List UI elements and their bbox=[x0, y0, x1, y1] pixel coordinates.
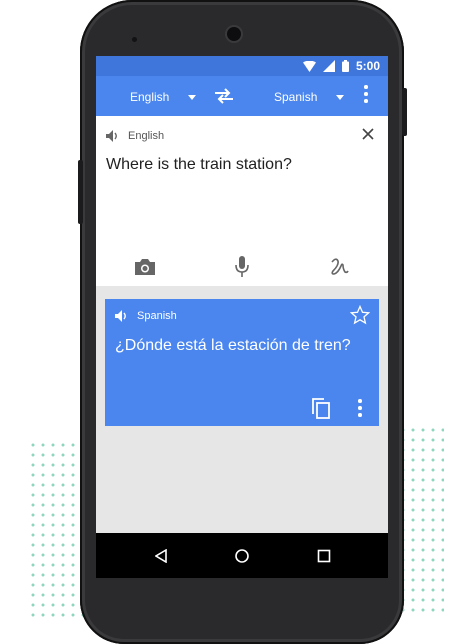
swap-languages-icon[interactable] bbox=[212, 86, 236, 106]
more-options-icon[interactable] bbox=[362, 85, 370, 107]
speaker-icon[interactable] bbox=[115, 310, 129, 322]
target-language-selector[interactable]: Spanish bbox=[274, 90, 317, 104]
front-camera bbox=[227, 27, 241, 41]
translation-card[interactable]: Spanish ¿Dónde está la estación de tren? bbox=[105, 299, 379, 426]
input-card[interactable]: English Where is the train station? bbox=[96, 116, 388, 286]
power-button bbox=[78, 160, 83, 224]
signal-icon bbox=[322, 60, 335, 72]
clock-time: 5:00 bbox=[355, 59, 380, 73]
navigation-bar bbox=[96, 533, 388, 578]
chevron-down-icon bbox=[188, 95, 196, 100]
proximity-sensor bbox=[132, 37, 137, 42]
language-toolbar: English Spanish bbox=[96, 76, 388, 116]
target-language-label: Spanish bbox=[137, 310, 177, 322]
chevron-down-icon bbox=[336, 95, 344, 100]
star-icon[interactable] bbox=[350, 305, 370, 325]
source-language-label: English bbox=[128, 130, 165, 142]
speaker-icon[interactable] bbox=[106, 130, 120, 142]
status-bar: 5:00 bbox=[96, 56, 388, 76]
decorative-dot-pattern-right bbox=[398, 425, 444, 615]
recents-icon[interactable] bbox=[317, 549, 331, 563]
app-screen: 5:00 English Spanish English Where is th… bbox=[96, 56, 388, 578]
back-icon[interactable] bbox=[155, 549, 167, 563]
copy-icon[interactable] bbox=[311, 397, 331, 419]
more-options-icon[interactable] bbox=[357, 399, 363, 419]
battery-icon bbox=[341, 60, 349, 72]
wifi-icon bbox=[302, 60, 316, 72]
translation-text: ¿Dónde está la estación de tren? bbox=[115, 337, 351, 354]
microphone-icon[interactable] bbox=[235, 256, 249, 278]
handwriting-icon[interactable] bbox=[330, 257, 350, 277]
volume-button bbox=[402, 88, 407, 136]
home-icon[interactable] bbox=[234, 548, 250, 564]
camera-icon[interactable] bbox=[134, 258, 156, 276]
close-icon[interactable] bbox=[360, 126, 376, 142]
input-tools bbox=[96, 256, 388, 286]
input-text[interactable]: Where is the train station? bbox=[106, 156, 292, 174]
source-language-selector[interactable]: English bbox=[130, 90, 169, 104]
